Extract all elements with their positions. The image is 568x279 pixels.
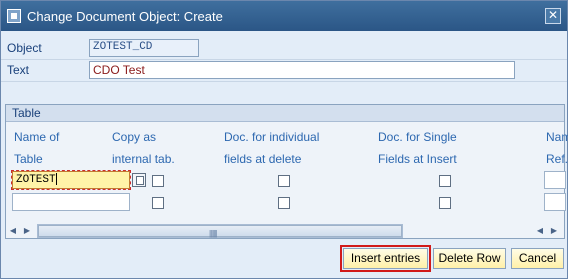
column-header-copy-as-line2: internal tab.	[112, 152, 175, 166]
window-title: Change Document Object: Create	[27, 9, 223, 24]
table-title: Table	[6, 105, 564, 122]
grip-icon: |||||||	[209, 229, 217, 238]
table-name-cell[interactable]: ZOTEST	[11, 170, 131, 190]
doc-individual-fields-delete-checkbox[interactable]	[278, 175, 290, 187]
window-icon	[7, 9, 21, 23]
name-ref-cell[interactable]	[544, 171, 566, 189]
cancel-button[interactable]: Cancel	[511, 248, 564, 269]
doc-single-fields-insert-checkbox[interactable]	[439, 175, 451, 187]
text-label: Text	[7, 63, 30, 77]
insert-entries-button[interactable]: Insert entries	[340, 245, 431, 272]
column-header-copy-as-line1: Copy as	[112, 130, 157, 144]
text-cursor	[55, 173, 57, 185]
object-label: Object	[7, 41, 42, 55]
column-header-doc-single-insert-line2: Fields at Insert	[378, 152, 457, 166]
delete-row-button[interactable]: Delete Row	[433, 248, 506, 269]
scroll-track[interactable]: |||||||	[37, 224, 403, 238]
column-header-name-ref-line2: Ref.	[546, 152, 568, 166]
title-bar: Change Document Object: Create ✕	[1, 1, 567, 31]
value-help-icon[interactable]	[132, 173, 146, 187]
object-field[interactable]: ZOTEST_CD	[89, 39, 199, 57]
copy-as-internal-tab-checkbox[interactable]	[152, 197, 164, 209]
table-name-cell[interactable]	[12, 193, 130, 211]
scroll-left-icon[interactable]: ◀	[533, 224, 547, 238]
doc-single-fields-insert-checkbox[interactable]	[439, 197, 451, 209]
column-header-name-of-table-line1: Name of	[14, 130, 60, 144]
scroll-right-icon[interactable]: ▶	[547, 224, 561, 238]
column-header-name-of-table-line2: Table	[14, 152, 43, 166]
doc-individual-fields-delete-checkbox[interactable]	[278, 197, 290, 209]
divider	[1, 59, 567, 60]
column-header-name-ref-line1: Nam	[546, 130, 568, 144]
column-header-doc-single-insert-line1: Doc. for Single	[378, 130, 457, 144]
name-ref-cell[interactable]	[544, 193, 566, 211]
scroll-right-icon[interactable]: ▶	[21, 224, 33, 238]
column-header-doc-individual-delete-line2: fields at delete	[224, 152, 302, 166]
column-header-doc-individual-delete-line1: Doc. for individual	[224, 130, 320, 144]
change-document-object-dialog: Change Document Object: Create ✕ Object …	[0, 0, 568, 279]
close-icon[interactable]: ✕	[545, 8, 561, 24]
table-name-value: ZOTEST	[16, 173, 56, 186]
divider	[1, 81, 567, 82]
scroll-thumb[interactable]: |||||||	[38, 225, 402, 238]
horizontal-scrollbar[interactable]: ◀ ▶ |||||||	[5, 223, 403, 239]
scroll-left-icon[interactable]: ◀	[7, 224, 19, 238]
text-field[interactable]: CDO Test	[89, 61, 515, 79]
copy-as-internal-tab-checkbox[interactable]	[152, 175, 164, 187]
